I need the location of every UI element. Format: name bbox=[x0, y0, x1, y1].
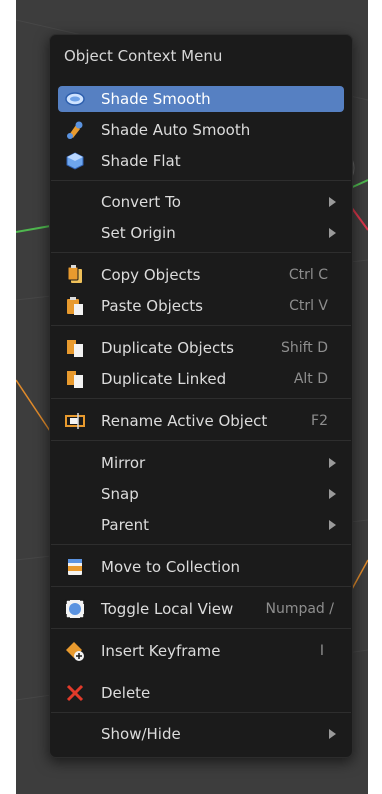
submenu-arrow-icon bbox=[329, 228, 336, 238]
menu-item-label: Delete bbox=[101, 684, 151, 702]
shortcut-label: F2 bbox=[311, 413, 328, 429]
separator bbox=[51, 544, 351, 545]
menu-item-convert-to[interactable]: Convert To bbox=[58, 189, 344, 215]
menu-item-label: Duplicate Objects bbox=[101, 339, 234, 357]
menu-item-copy-objects[interactable]: Copy Objects Ctrl C bbox=[58, 262, 344, 288]
menu-item-label: Shade Smooth bbox=[101, 90, 211, 108]
menu-item-label: Convert To bbox=[101, 193, 181, 211]
auto-smooth-icon bbox=[64, 119, 86, 141]
menu-item-label: Move to Collection bbox=[101, 558, 241, 576]
duplicate-linked-icon bbox=[64, 368, 86, 390]
submenu-arrow-icon bbox=[329, 458, 336, 468]
menu-item-label: Insert Keyframe bbox=[101, 642, 221, 660]
separator bbox=[51, 398, 351, 399]
duplicate-icon bbox=[64, 337, 86, 359]
menu-item-label: Mirror bbox=[101, 454, 146, 472]
separator bbox=[51, 586, 351, 587]
menu-item-label: Copy Objects bbox=[101, 266, 201, 284]
keyframe-icon bbox=[64, 640, 86, 662]
shortcut-label: I bbox=[319, 643, 324, 659]
shortcut-label: Alt D bbox=[293, 371, 328, 387]
paste-icon bbox=[64, 295, 86, 317]
local-view-icon bbox=[64, 598, 86, 620]
menu-item-duplicate-objects[interactable]: Duplicate Objects Shift D bbox=[58, 335, 344, 361]
shortcut-label: Numpad / bbox=[265, 601, 334, 617]
menu-item-label: Toggle Local View bbox=[101, 600, 234, 618]
rename-icon bbox=[64, 410, 86, 432]
shortcut-label: Shift D bbox=[280, 340, 328, 356]
menu-item-label: Shade Auto Smooth bbox=[101, 121, 251, 139]
submenu-arrow-icon bbox=[329, 489, 336, 499]
menu-item-shade-auto-smooth[interactable]: Shade Auto Smooth bbox=[58, 117, 344, 143]
copy-icon bbox=[64, 264, 86, 286]
menu-item-parent[interactable]: Parent bbox=[58, 512, 344, 538]
menu-item-label: Show/Hide bbox=[101, 725, 181, 743]
separator bbox=[51, 628, 351, 629]
menu-item-toggle-local-view[interactable]: Toggle Local View Numpad / bbox=[58, 596, 344, 622]
shortcut-label: Ctrl V bbox=[289, 298, 328, 314]
submenu-arrow-icon bbox=[329, 520, 336, 530]
menu-item-label: Parent bbox=[101, 516, 150, 534]
menu-title: Object Context Menu bbox=[64, 47, 223, 65]
shade-flat-icon bbox=[64, 150, 86, 172]
menu-item-paste-objects[interactable]: Paste Objects Ctrl V bbox=[58, 293, 344, 319]
menu-item-rename-active-object[interactable]: Rename Active Object F2 bbox=[58, 408, 344, 434]
menu-item-shade-flat[interactable]: Shade Flat bbox=[58, 148, 344, 174]
menu-item-label: Paste Objects bbox=[101, 297, 203, 315]
menu-item-shade-smooth[interactable]: Shade Smooth bbox=[58, 86, 344, 112]
separator bbox=[51, 325, 351, 326]
menu-item-label: Duplicate Linked bbox=[101, 370, 227, 388]
menu-item-label: Snap bbox=[101, 485, 139, 503]
separator bbox=[51, 712, 351, 713]
menu-item-label: Shade Flat bbox=[101, 152, 181, 170]
menu-item-insert-keyframe[interactable]: Insert Keyframe I bbox=[58, 638, 344, 664]
menu-item-move-to-collection[interactable]: Move to Collection bbox=[58, 554, 344, 580]
submenu-arrow-icon bbox=[329, 197, 336, 207]
separator bbox=[51, 440, 351, 441]
separator bbox=[51, 180, 351, 181]
shade-smooth-icon bbox=[64, 88, 86, 110]
menu-item-label: Set Origin bbox=[101, 224, 176, 242]
submenu-arrow-icon bbox=[329, 729, 336, 739]
collection-icon bbox=[64, 556, 86, 578]
menu-item-label: Rename Active Object bbox=[101, 412, 268, 430]
menu-item-duplicate-linked[interactable]: Duplicate Linked Alt D bbox=[58, 366, 344, 392]
separator bbox=[51, 252, 351, 253]
delete-icon bbox=[64, 682, 86, 704]
object-context-menu: Object Context Menu Shade Smooth Shade A… bbox=[49, 34, 353, 758]
menu-item-snap[interactable]: Snap bbox=[58, 481, 344, 507]
menu-item-delete[interactable]: Delete bbox=[58, 680, 344, 706]
menu-item-mirror[interactable]: Mirror bbox=[58, 450, 344, 476]
shortcut-label: Ctrl C bbox=[288, 267, 328, 283]
menu-item-show-hide[interactable]: Show/Hide bbox=[58, 721, 344, 747]
menu-item-set-origin[interactable]: Set Origin bbox=[58, 220, 344, 246]
